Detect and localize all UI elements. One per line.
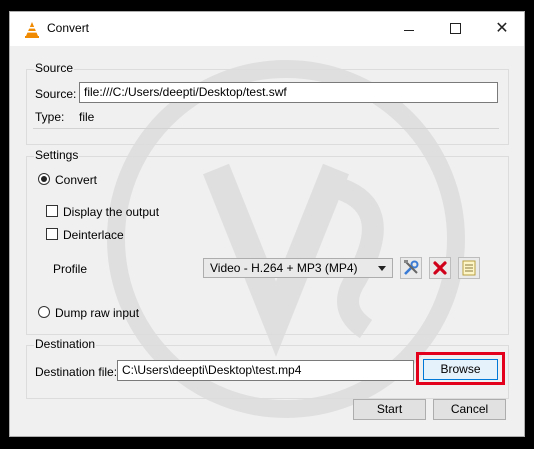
- convert-label[interactable]: Convert: [55, 173, 97, 187]
- profile-label: Profile: [53, 262, 88, 276]
- vlc-cone-icon: [25, 22, 39, 38]
- type-value: file: [79, 110, 95, 124]
- display-output-label[interactable]: Display the output: [63, 205, 159, 219]
- list-document-icon[interactable]: [458, 257, 480, 279]
- window-title: Convert: [47, 21, 90, 35]
- destination-group-label: Destination: [34, 337, 97, 351]
- profile-selected-value: Video - H.264 + MP3 (MP4): [210, 261, 358, 275]
- tools-icon[interactable]: [400, 257, 422, 279]
- title-bar: Convert ✕: [10, 12, 524, 46]
- cancel-button[interactable]: Cancel: [433, 399, 506, 420]
- display-output-checkbox[interactable]: [46, 205, 58, 217]
- convert-radio[interactable]: [38, 173, 50, 185]
- source-group: [26, 69, 509, 145]
- destination-file-label: Destination file:: [35, 365, 118, 379]
- dump-raw-radio[interactable]: [38, 306, 50, 318]
- source-label: Source:: [35, 87, 77, 101]
- source-separator: [33, 128, 499, 129]
- red-x-icon[interactable]: [429, 257, 451, 279]
- chevron-down-icon: [378, 266, 386, 271]
- maximize-button[interactable]: [432, 12, 478, 46]
- settings-group-label: Settings: [34, 148, 80, 162]
- browse-button[interactable]: Browse: [423, 359, 498, 380]
- start-button[interactable]: Start: [353, 399, 426, 420]
- profile-select[interactable]: Video - H.264 + MP3 (MP4): [203, 258, 393, 278]
- convert-dialog: Convert ✕ Source Source: file:///C:/User…: [9, 11, 525, 437]
- source-group-label: Source: [34, 61, 75, 75]
- maximize-icon: [449, 23, 461, 35]
- dump-raw-label[interactable]: Dump raw input: [55, 306, 139, 320]
- deinterlace-checkbox[interactable]: [46, 228, 58, 240]
- destination-file-input[interactable]: C:\Users\deepti\Desktop\test.mp4: [117, 360, 414, 381]
- radio-selected-dot: [41, 176, 47, 182]
- minimize-button[interactable]: [386, 12, 432, 46]
- source-input[interactable]: file:///C:/Users/deepti/Desktop/test.swf: [79, 82, 498, 103]
- close-icon: ✕: [495, 20, 509, 37]
- deinterlace-label[interactable]: Deinterlace: [63, 228, 124, 242]
- minimize-icon: [404, 29, 414, 31]
- type-label: Type:: [35, 110, 65, 124]
- close-button[interactable]: ✕: [479, 12, 524, 46]
